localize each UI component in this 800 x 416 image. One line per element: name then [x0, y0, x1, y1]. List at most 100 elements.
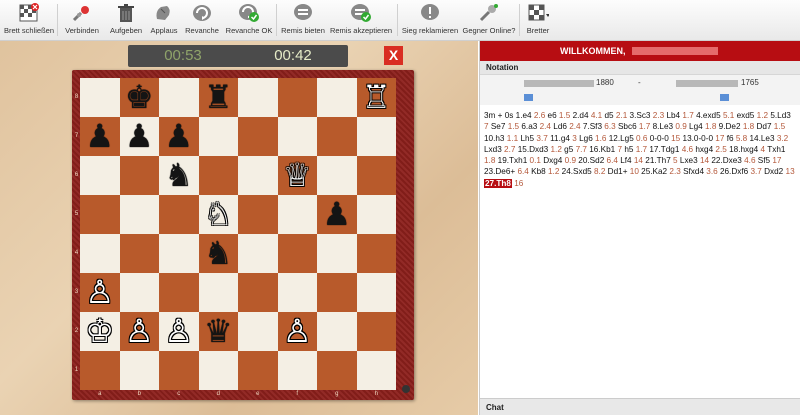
- square-e2[interactable]: [238, 312, 278, 351]
- square-f8[interactable]: [277, 78, 317, 117]
- move[interactable]: h5: [624, 145, 633, 154]
- square-f7[interactable]: [277, 117, 317, 156]
- board-corner-handle[interactable]: [402, 385, 410, 393]
- revanche-button[interactable]: Revanche: [182, 0, 222, 40]
- square-g7[interactable]: [317, 117, 357, 156]
- chess-board[interactable]: ♚ ♜ ♖ ♟ ♟ ♟ ♞ ♕ ♘ ♟ ♞ ♙ ♔ ♙ ♙ ♛ ♙: [80, 78, 396, 390]
- move[interactable]: 2.d4: [573, 111, 589, 120]
- move[interactable]: 19.Txh1: [498, 156, 528, 165]
- close-game-button[interactable]: X: [384, 46, 403, 65]
- square-f3[interactable]: [277, 273, 317, 312]
- move[interactable]: 0-0-0: [650, 134, 669, 143]
- applause-button[interactable]: Applaus: [146, 0, 182, 40]
- square-h4[interactable]: [356, 234, 396, 273]
- move[interactable]: hxg4: [695, 145, 713, 154]
- move[interactable]: Lxd3: [484, 145, 502, 154]
- square-b6[interactable]: [119, 156, 159, 195]
- black-piece-g5[interactable]: ♟: [317, 195, 357, 234]
- black-piece-c7[interactable]: ♟: [159, 117, 199, 156]
- move[interactable]: 25.Ka2: [641, 167, 667, 176]
- square-e6[interactable]: [238, 156, 278, 195]
- move[interactable]: 12.Lg5: [609, 134, 634, 143]
- black-piece-d8[interactable]: ♜: [199, 78, 239, 117]
- move[interactable]: Sbc6: [618, 122, 637, 131]
- move[interactable]: 15.Dxd3: [518, 145, 549, 154]
- white-piece-a3[interactable]: ♙: [80, 273, 120, 312]
- move[interactable]: 14.Le3: [749, 134, 774, 143]
- white-piece-f6[interactable]: ♕: [278, 156, 318, 195]
- move[interactable]: d5: [604, 111, 613, 120]
- move[interactable]: 6.a3: [521, 122, 537, 131]
- black-piece-a7[interactable]: ♟: [80, 117, 120, 156]
- close-board-button[interactable]: Brett schließen: [4, 0, 54, 40]
- move[interactable]: 8.Le3: [653, 122, 674, 131]
- black-piece-b8[interactable]: ♚: [120, 78, 160, 117]
- square-c4[interactable]: [159, 234, 199, 273]
- move[interactable]: Lf4: [620, 156, 631, 165]
- move[interactable]: Se7: [491, 122, 506, 131]
- move[interactable]: 18.hxg4: [729, 145, 758, 154]
- move[interactable]: 10.h3: [484, 134, 505, 143]
- move[interactable]: 26.Dxf6: [720, 167, 748, 176]
- white-piece-c2[interactable]: ♙: [159, 312, 199, 351]
- move[interactable]: 17.Tdg1: [649, 145, 679, 154]
- white-piece-a2[interactable]: ♔: [80, 312, 120, 351]
- move[interactable]: 11.g4: [550, 134, 570, 143]
- square-d7[interactable]: [198, 117, 238, 156]
- square-a4[interactable]: [80, 234, 120, 273]
- square-d3[interactable]: [198, 273, 238, 312]
- move[interactable]: 7.Sf3: [583, 122, 602, 131]
- square-b5[interactable]: [119, 195, 159, 234]
- move[interactable]: 1.e4: [516, 111, 532, 120]
- move[interactable]: Sfxd4: [683, 167, 704, 176]
- square-b1[interactable]: [119, 351, 159, 390]
- draw-accept-button[interactable]: Remis akzeptieren: [330, 0, 392, 40]
- move[interactable]: Lxe3: [680, 156, 698, 165]
- square-g1[interactable]: [317, 351, 357, 390]
- square-c3[interactable]: [159, 273, 199, 312]
- move[interactable]: exd5: [737, 111, 755, 120]
- move[interactable]: Dxd2: [764, 167, 783, 176]
- square-h3[interactable]: [356, 273, 396, 312]
- square-e8[interactable]: [238, 78, 278, 117]
- square-b3[interactable]: [119, 273, 159, 312]
- move[interactable]: Dd7: [756, 122, 771, 131]
- black-piece-d4[interactable]: ♞: [199, 234, 239, 273]
- white-piece-d5[interactable]: ♘: [199, 195, 239, 234]
- move[interactable]: Dd1+: [608, 167, 628, 176]
- square-g2[interactable]: [317, 312, 357, 351]
- draw-offer-button[interactable]: Remis bieten: [280, 0, 326, 40]
- square-h2[interactable]: [356, 312, 396, 351]
- revanche-ok-button[interactable]: Revanche OK: [226, 0, 272, 40]
- resign-button[interactable]: Aufgeben: [106, 0, 146, 40]
- boards-button[interactable]: Bretter: [522, 0, 554, 40]
- move[interactable]: 22.Dxe3: [711, 156, 742, 165]
- move[interactable]: 24.Sxd5: [562, 167, 592, 176]
- square-h7[interactable]: [356, 117, 396, 156]
- move[interactable]: 9.De2: [719, 122, 741, 131]
- opponent-online-button[interactable]: Gegner Online?: [462, 0, 516, 40]
- square-g3[interactable]: [317, 273, 357, 312]
- square-h1[interactable]: [356, 351, 396, 390]
- square-a1[interactable]: [80, 351, 120, 390]
- move[interactable]: Txh1: [767, 145, 785, 154]
- move[interactable]: g5: [564, 145, 573, 154]
- square-f4[interactable]: [277, 234, 317, 273]
- current-move[interactable]: 27.Th8: [484, 178, 512, 188]
- square-f5[interactable]: [277, 195, 317, 234]
- move[interactable]: 13.0-0-0: [683, 134, 714, 143]
- white-dropdown-icon[interactable]: [524, 94, 533, 101]
- square-g4[interactable]: [317, 234, 357, 273]
- square-e1[interactable]: [238, 351, 278, 390]
- square-c8[interactable]: [159, 78, 199, 117]
- square-f1[interactable]: [277, 351, 317, 390]
- move[interactable]: e6: [548, 111, 557, 120]
- square-e5[interactable]: [238, 195, 278, 234]
- square-a6[interactable]: [80, 156, 120, 195]
- black-dropdown-icon[interactable]: [720, 94, 729, 101]
- move[interactable]: Lh5: [520, 134, 534, 143]
- black-piece-b7[interactable]: ♟: [120, 117, 160, 156]
- square-c1[interactable]: [159, 351, 199, 390]
- move[interactable]: Dxg4: [543, 156, 562, 165]
- move[interactable]: Kb8: [531, 167, 546, 176]
